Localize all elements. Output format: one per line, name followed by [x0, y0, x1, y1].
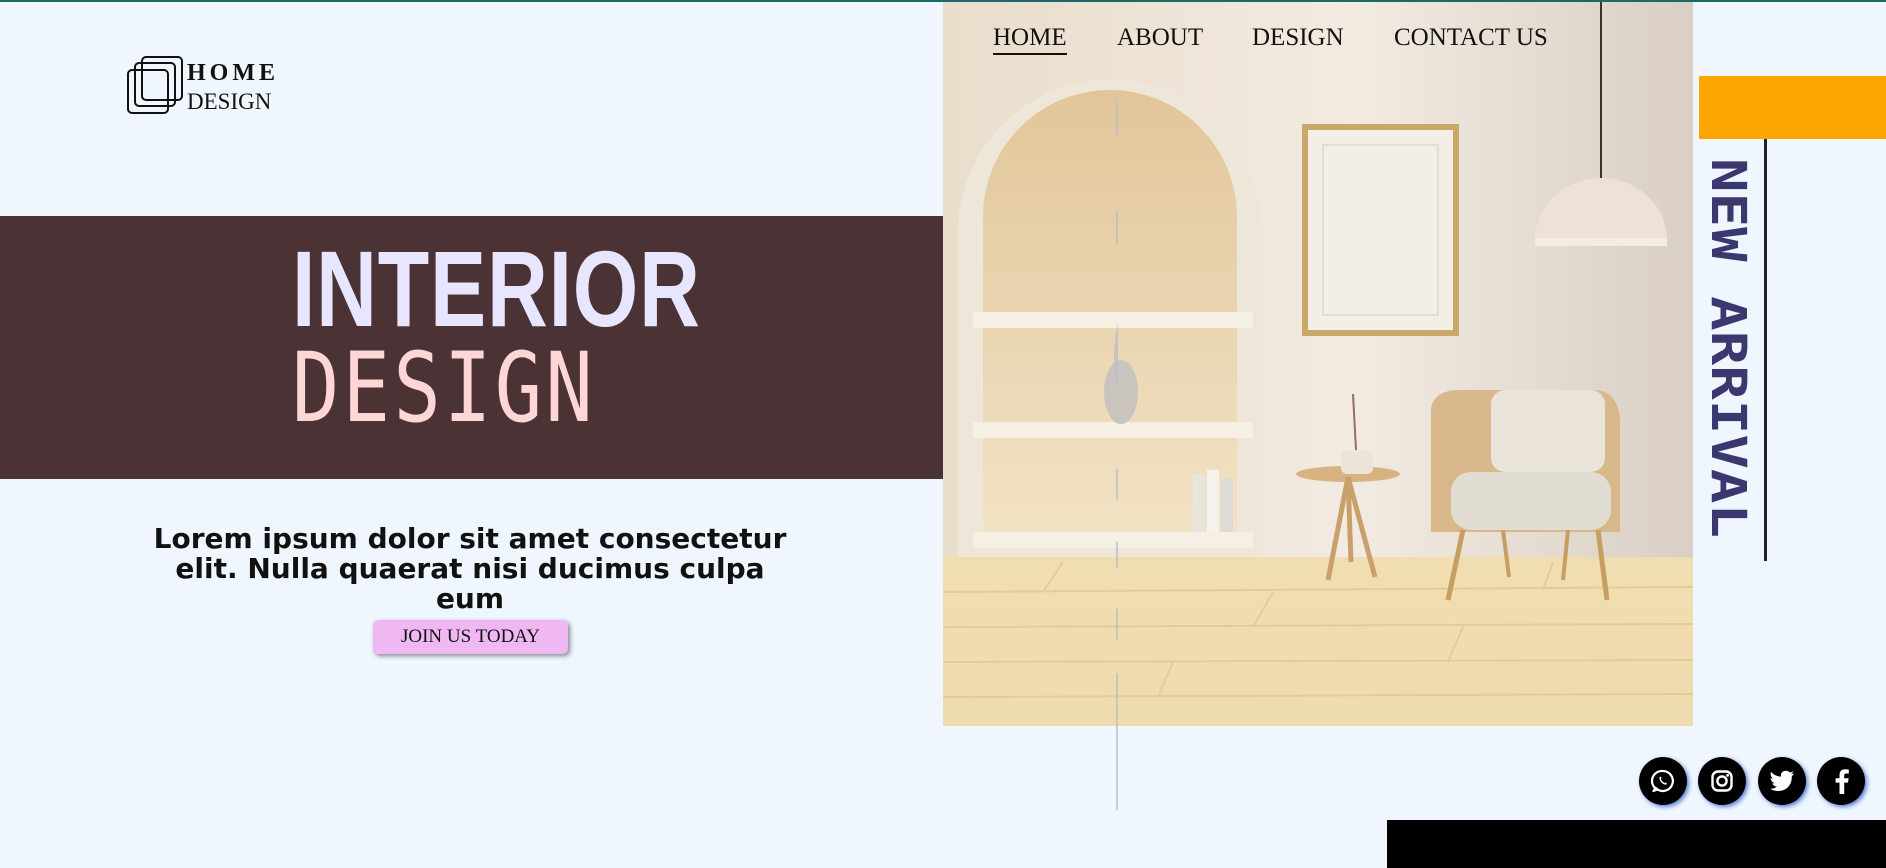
instagram-icon[interactable]: [1698, 757, 1746, 805]
home-watermark: HOME: [1074, 85, 1118, 820]
new-arrival-label-svg: NEW ARRIVAL: [1702, 158, 1756, 538]
hero-title-design: DESIGN: [292, 332, 597, 444]
logo-text-design: DESIGN: [187, 89, 272, 114]
new-arrival-divider: [1764, 139, 1767, 561]
site-logo[interactable]: HOME DESIGN: [126, 56, 286, 118]
accent-orange-bar: [1699, 76, 1886, 139]
twitter-icon[interactable]: [1758, 757, 1806, 805]
facebook-icon[interactable]: [1817, 757, 1865, 805]
nav-design[interactable]: DESIGN: [1252, 24, 1344, 52]
new-arrival-label: NEW ARRIVAL: [1702, 158, 1756, 538]
hero-tagline-line-2: elit. Nulla quaerat nisi ducimus culpa e…: [175, 552, 765, 615]
logo-text-home: HOME: [187, 60, 279, 86]
nav-about[interactable]: ABOUT: [1117, 24, 1203, 52]
join-us-button[interactable]: JOIN US TODAY: [373, 620, 568, 654]
logo-squares-icon: [127, 56, 183, 114]
nav-contact-us[interactable]: CONTACT US: [1394, 24, 1548, 52]
home-watermark-text: HOME: [1074, 85, 1118, 820]
hero-tagline-line-1: Lorem ipsum dolor sit amet consectetur: [153, 522, 787, 555]
hero-tagline: Lorem ipsum dolor sit amet consectetur e…: [140, 524, 800, 614]
whatsapp-icon[interactable]: [1639, 757, 1687, 805]
footer-black-bar: [1387, 820, 1886, 868]
hero-title-interior: INTERIOR: [292, 228, 701, 349]
nav-home[interactable]: HOME: [993, 24, 1067, 55]
